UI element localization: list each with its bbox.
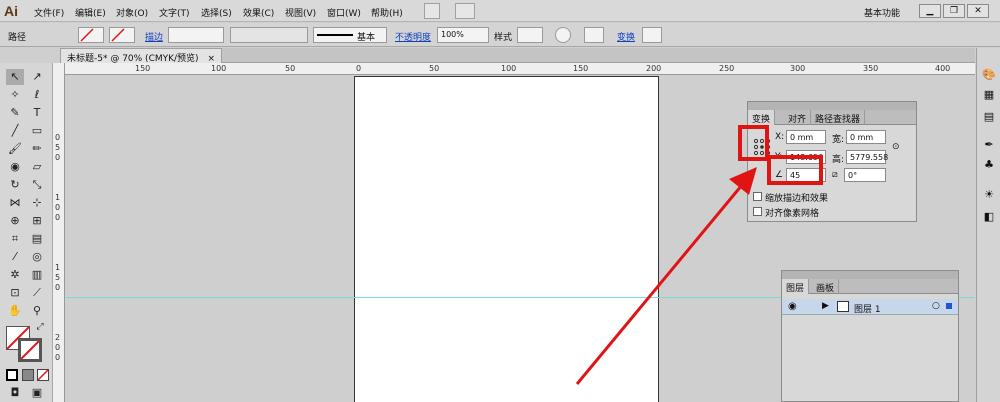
annotation-arrow: [575, 167, 757, 385]
